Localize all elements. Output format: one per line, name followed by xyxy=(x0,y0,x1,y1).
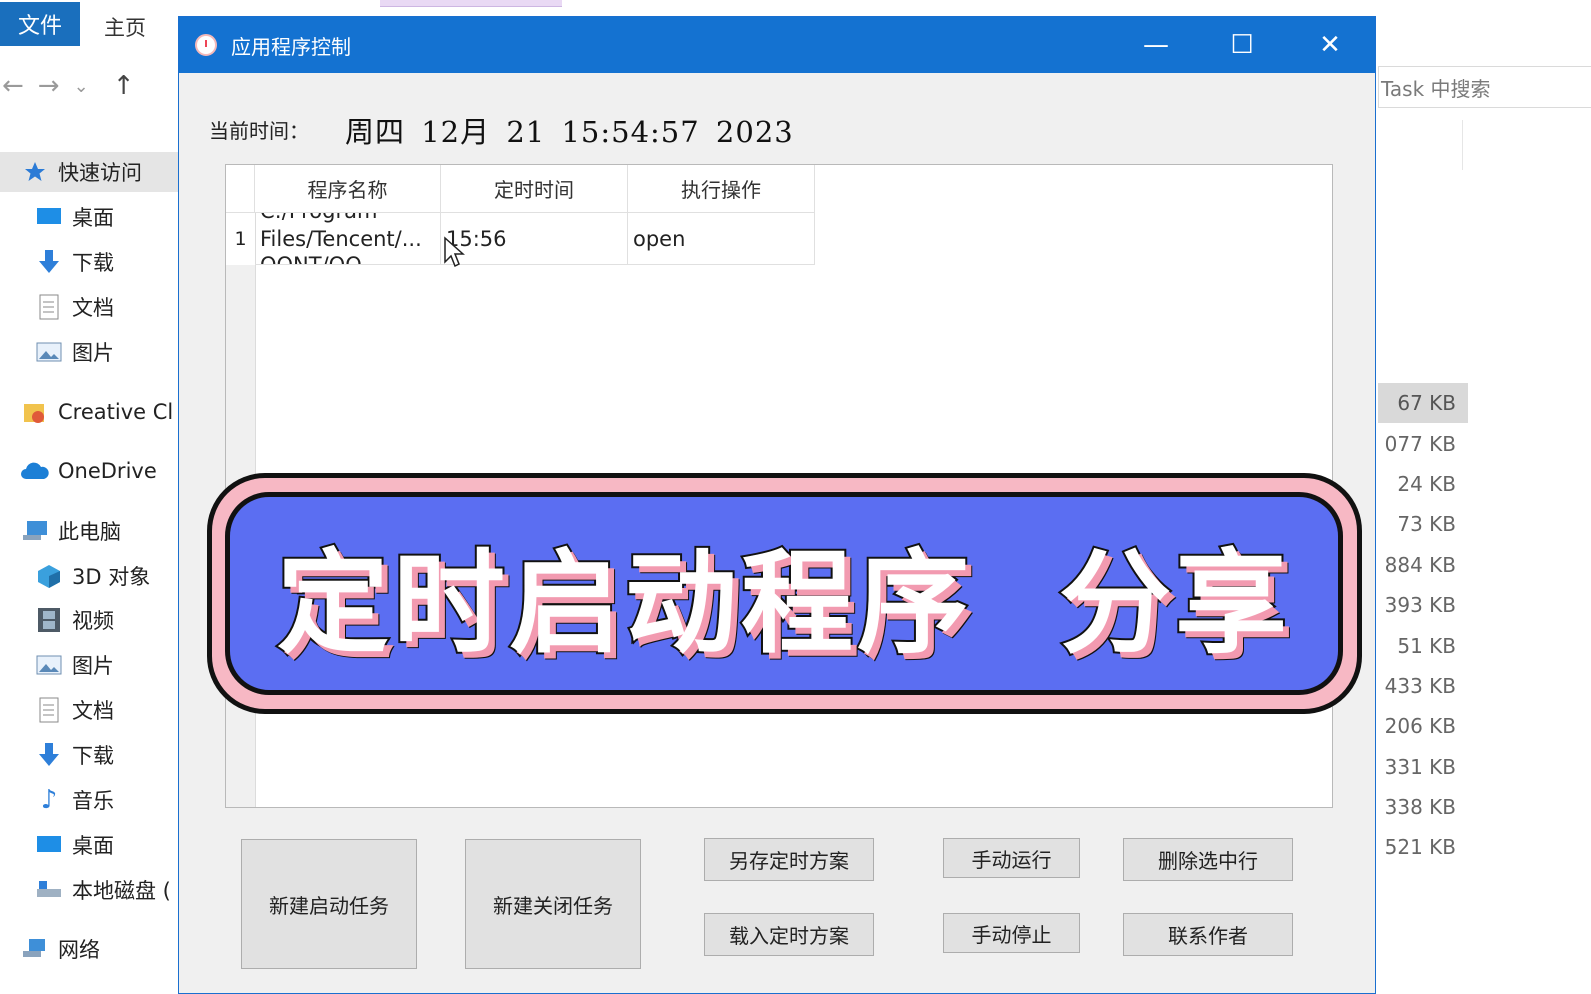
cell-schedule-time[interactable]: 15:56 xyxy=(441,213,628,265)
sidebar-item-label: 下载 xyxy=(72,744,114,768)
sidebar-item-label: 快速访问 xyxy=(58,161,142,185)
search-input[interactable]: Task 中搜索 xyxy=(1378,66,1591,108)
sidebar-item-quick-access[interactable]: 快速访问 xyxy=(0,152,200,192)
music-icon: ♪ xyxy=(40,785,58,815)
current-time-value: 周四 12月 21 15:54:57 2023 xyxy=(345,115,794,149)
sidebar-item-label: OneDrive xyxy=(58,459,157,483)
table-corner xyxy=(226,165,255,213)
file-size-cell[interactable]: 433 KB xyxy=(1378,666,1468,706)
sidebar-item-creative-cloud[interactable]: Creative Cl xyxy=(0,392,200,432)
onedrive-icon xyxy=(20,456,50,486)
sidebar-item-label: 3D 对象 xyxy=(72,565,151,589)
pictures-icon xyxy=(34,337,64,367)
banner-title: 定时启动程序 分享 xyxy=(275,537,1291,671)
file-size-cell[interactable]: 338 KB xyxy=(1378,787,1468,827)
ribbon-tab-home[interactable]: 主页 xyxy=(104,12,146,42)
navigation-bar: ← → ⌄ ↑ xyxy=(0,66,182,106)
clock-app-icon xyxy=(195,34,217,56)
sidebar-item-label: 本地磁盘 ( xyxy=(72,879,171,903)
row-number[interactable]: 1 xyxy=(226,213,255,265)
cell-program-name-text: Files/Tencent/... xyxy=(260,226,422,251)
file-size-cell[interactable]: 73 KB xyxy=(1378,504,1468,544)
network-icon xyxy=(20,934,50,964)
sidebar-item-this-pc[interactable]: 此电脑 xyxy=(0,511,200,551)
file-size-cell[interactable]: 884 KB xyxy=(1378,545,1468,585)
up-arrow-icon[interactable]: ↑ xyxy=(113,71,135,101)
sidebar-item-label: 桌面 xyxy=(72,834,114,858)
video-icon xyxy=(34,605,64,635)
sidebar-item-label: 下载 xyxy=(72,251,114,275)
cell-program-name[interactable]: C:/Program Files/Tencent/... QQNT/QQ xyxy=(255,213,441,265)
manual-stop-button[interactable]: 手动停止 xyxy=(943,913,1080,953)
cell-program-name-bottom: QQNT/QQ xyxy=(260,253,362,265)
file-size-cell[interactable]: 24 KB xyxy=(1378,464,1468,504)
local-disk-icon xyxy=(34,875,64,905)
sidebar-item-label: 图片 xyxy=(72,341,114,365)
creative-cloud-icon xyxy=(20,397,50,427)
recent-locations-chevron-icon[interactable]: ⌄ xyxy=(74,76,89,97)
star-icon xyxy=(20,157,50,187)
pictures-icon xyxy=(34,650,64,680)
column-header-program[interactable]: 程序名称 xyxy=(255,165,441,213)
ribbon-tab-file[interactable]: 文件 xyxy=(0,2,80,46)
download-icon xyxy=(34,247,64,277)
column-divider xyxy=(1462,120,1463,170)
new-close-task-button[interactable]: 新建关闭任务 xyxy=(465,839,641,969)
maximize-button[interactable]: ☐ xyxy=(1199,17,1285,73)
dialog-title: 应用程序控制 xyxy=(231,35,351,59)
file-size-cell[interactable]: 393 KB xyxy=(1378,585,1468,625)
contact-author-button[interactable]: 联系作者 xyxy=(1123,913,1293,956)
column-header-time[interactable]: 定时时间 xyxy=(441,165,628,213)
dialog-titlebar[interactable]: 应用程序控制 — ☐ ✕ xyxy=(179,17,1375,73)
sidebar-item-label: 音乐 xyxy=(72,789,114,813)
sidebar-item-label: 此电脑 xyxy=(58,520,121,544)
sidebar-item-label: 桌面 xyxy=(72,206,114,230)
minimize-button[interactable]: — xyxy=(1113,17,1199,73)
sidebar-item-label: 网络 xyxy=(58,938,100,962)
sidebar-item-label: 文档 xyxy=(72,296,114,320)
file-size-cell[interactable]: 51 KB xyxy=(1378,625,1468,665)
file-size-cell[interactable]: 521 KB xyxy=(1378,827,1468,867)
sidebar-item-network[interactable]: 网络 xyxy=(0,929,200,969)
back-arrow-icon[interactable]: ← xyxy=(2,71,24,101)
document-icon xyxy=(34,695,64,725)
title-banner: 定时启动程序 分享 xyxy=(225,492,1343,695)
3d-objects-icon xyxy=(34,561,64,591)
desktop-icon xyxy=(34,830,64,860)
delete-selected-row-button[interactable]: 删除选中行 xyxy=(1123,838,1293,881)
ribbon-highlight xyxy=(380,0,562,7)
file-size-column: 67 KB 077 KB 24 KB 73 KB 884 KB 393 KB 5… xyxy=(1378,383,1468,868)
document-icon xyxy=(34,292,64,322)
new-start-task-button[interactable]: 新建启动任务 xyxy=(241,839,417,969)
file-size-cell[interactable]: 331 KB xyxy=(1378,747,1468,787)
column-header-action[interactable]: 执行操作 xyxy=(628,165,815,213)
current-time-label: 当前时间： xyxy=(209,119,309,143)
download-icon xyxy=(34,740,64,770)
sidebar-item-onedrive[interactable]: OneDrive xyxy=(0,451,200,491)
cell-program-name-top: C:/Program xyxy=(260,213,377,223)
desktop-icon xyxy=(34,202,64,232)
mouse-cursor-icon xyxy=(444,236,465,268)
file-size-cell[interactable]: 67 KB xyxy=(1378,383,1468,424)
cell-action[interactable]: open xyxy=(628,213,815,265)
this-pc-icon xyxy=(20,516,50,546)
sidebar-item-label: 视频 xyxy=(72,609,114,633)
load-plan-button[interactable]: 载入定时方案 xyxy=(704,913,874,956)
save-plan-button[interactable]: 另存定时方案 xyxy=(704,838,874,881)
sidebar-item-label: 文档 xyxy=(72,699,114,723)
sidebar-item-label: 图片 xyxy=(72,654,114,678)
manual-run-button[interactable]: 手动运行 xyxy=(943,838,1080,878)
close-button[interactable]: ✕ xyxy=(1287,17,1373,73)
forward-arrow-icon[interactable]: → xyxy=(38,71,60,101)
file-size-cell[interactable]: 077 KB xyxy=(1378,423,1468,463)
file-size-cell[interactable]: 206 KB xyxy=(1378,706,1468,746)
sidebar-item-label: Creative Cl xyxy=(58,400,174,424)
